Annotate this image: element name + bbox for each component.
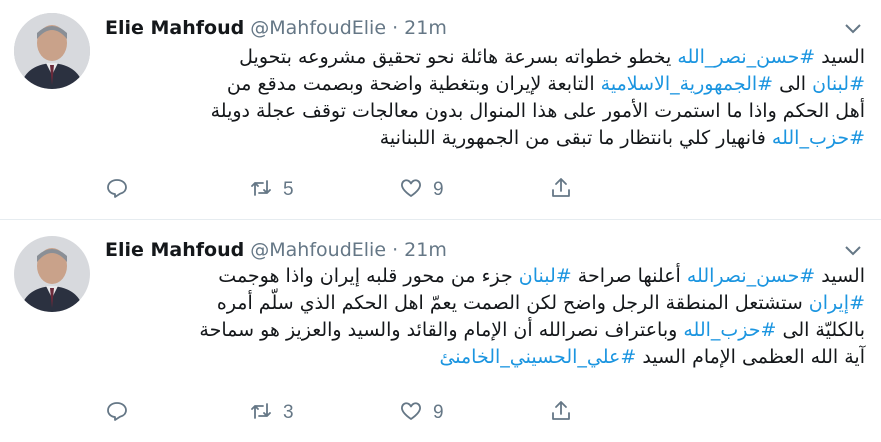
tweet-text-segment: جزء من محور قلبه إيران واذا هوجمت xyxy=(218,265,519,287)
tweet-text-segment: أعلنها صراحة xyxy=(571,265,687,287)
hashtag-link[interactable]: #حسن_نصر_الله xyxy=(677,46,815,68)
like-button[interactable]: 9 xyxy=(399,398,444,428)
like-button[interactable]: 9 xyxy=(399,175,444,205)
hashtag-link[interactable]: #الجمهورية_الاسلامية xyxy=(601,73,773,95)
tweet-text-segment: السيد xyxy=(815,46,865,68)
tweet-text-line: #حزب_الله فانهيار كلي بانتظار ما تبقى من… xyxy=(105,125,865,152)
hashtag-link[interactable]: #حزب_الله xyxy=(772,127,865,149)
tweet-header: Elie Mahfoud @MahfoudElie · 21m xyxy=(105,14,447,42)
tweet-text-segment: آية الله العظمى الإمام السيد xyxy=(636,346,865,368)
reply-button[interactable] xyxy=(105,175,139,205)
tweet-text-line: السيد #حسن_نصرالله أعلنها صراحة #لبنان ج… xyxy=(105,263,865,290)
author-handle[interactable]: @MahfoudElie xyxy=(250,239,386,261)
share-icon xyxy=(549,399,573,428)
avatar[interactable] xyxy=(14,13,90,89)
tweet-header: Elie Mahfoud @MahfoudElie · 21m xyxy=(105,236,447,264)
separator-dot: · xyxy=(392,17,399,39)
tweet-time[interactable]: 21m xyxy=(404,17,447,39)
hashtag-link[interactable]: #علي_الحسيني_الخامنئ xyxy=(439,346,636,368)
tweet-divider xyxy=(0,219,881,220)
tweet-text-line: #إيران ستشتعل المنطقة الرجل واضح لكن الص… xyxy=(105,290,865,317)
tweet-text: السيد #حسن_نصرالله أعلنها صراحة #لبنان ج… xyxy=(105,263,865,371)
tweet-text-segment: وباعتراف نصرالله أن الإمام والقائد والسي… xyxy=(199,319,684,341)
share-icon xyxy=(549,176,573,205)
separator-dot: · xyxy=(392,239,399,261)
chevron-down-icon[interactable] xyxy=(843,18,863,38)
hashtag-link[interactable]: #لبنان xyxy=(812,73,865,95)
tweet-text-line: بالكليّة الى #حزب_الله وباعتراف نصرالله … xyxy=(105,317,865,344)
retweet-count: 3 xyxy=(283,402,294,423)
share-button[interactable] xyxy=(549,398,573,428)
tweet-feed: Elie Mahfoud @MahfoudElie · 21m السيد #ح… xyxy=(0,0,881,442)
hashtag-link[interactable]: #إيران xyxy=(809,292,865,314)
tweet-text-segment: السيد xyxy=(815,265,865,287)
tweet-text-segment: بالكليّة الى xyxy=(776,319,865,341)
author-handle[interactable]: @MahfoudElie xyxy=(250,17,386,39)
retweet-icon xyxy=(249,176,273,205)
tweet-text-line: آية الله العظمى الإمام السيد #علي_الحسين… xyxy=(105,344,865,371)
share-button[interactable] xyxy=(549,175,573,205)
hashtag-link[interactable]: #لبنان xyxy=(519,265,572,287)
tweet-text-segment: أهل الحكم واذا ما استمرت الأمور على هذا … xyxy=(210,100,865,122)
tweet-text: السيد #حسن_نصر_الله يخطو خطواته بسرعة ها… xyxy=(105,44,865,152)
tweet-text-segment: الى xyxy=(773,73,813,95)
author-name[interactable]: Elie Mahfoud xyxy=(105,239,244,261)
like-count: 9 xyxy=(433,179,444,200)
tweet-text-segment: التابعة لإيران وبتغطية واضحة وبصمت مدقع … xyxy=(226,73,601,95)
tweet-text-line: السيد #حسن_نصر_الله يخطو خطواته بسرعة ها… xyxy=(105,44,865,71)
retweet-button[interactable]: 3 xyxy=(249,398,294,428)
tweet-time[interactable]: 21m xyxy=(404,239,447,261)
chevron-down-icon[interactable] xyxy=(843,240,863,260)
like-icon xyxy=(399,399,423,428)
retweet-icon xyxy=(249,399,273,428)
author-name[interactable]: Elie Mahfoud xyxy=(105,17,244,39)
tweet-text-segment: ستشتعل المنطقة الرجل واضح لكن الصمت يعمّ… xyxy=(216,292,809,314)
reply-icon xyxy=(105,399,129,428)
like-icon xyxy=(399,176,423,205)
hashtag-link[interactable]: #حسن_نصرالله xyxy=(687,265,815,287)
retweet-count: 5 xyxy=(283,179,294,200)
like-count: 9 xyxy=(433,402,444,423)
retweet-button[interactable]: 5 xyxy=(249,175,294,205)
tweet-text-segment: فانهيار كلي بانتظار ما تبقى من الجمهورية… xyxy=(379,127,772,149)
tweet[interactable]: Elie Mahfoud @MahfoudElie · 21m السيد #ح… xyxy=(0,0,881,219)
tweet-text-line: #لبنان الى #الجمهورية_الاسلامية التابعة … xyxy=(105,71,865,98)
reply-icon xyxy=(105,176,129,205)
tweet-text-line: أهل الحكم واذا ما استمرت الأمور على هذا … xyxy=(105,98,865,125)
avatar[interactable] xyxy=(14,236,90,312)
hashtag-link[interactable]: #حزب_الله xyxy=(683,319,776,341)
reply-button[interactable] xyxy=(105,398,139,428)
tweet-text-segment: يخطو خطواته بسرعة هائلة نحو تحقيق مشروعه… xyxy=(239,46,678,68)
